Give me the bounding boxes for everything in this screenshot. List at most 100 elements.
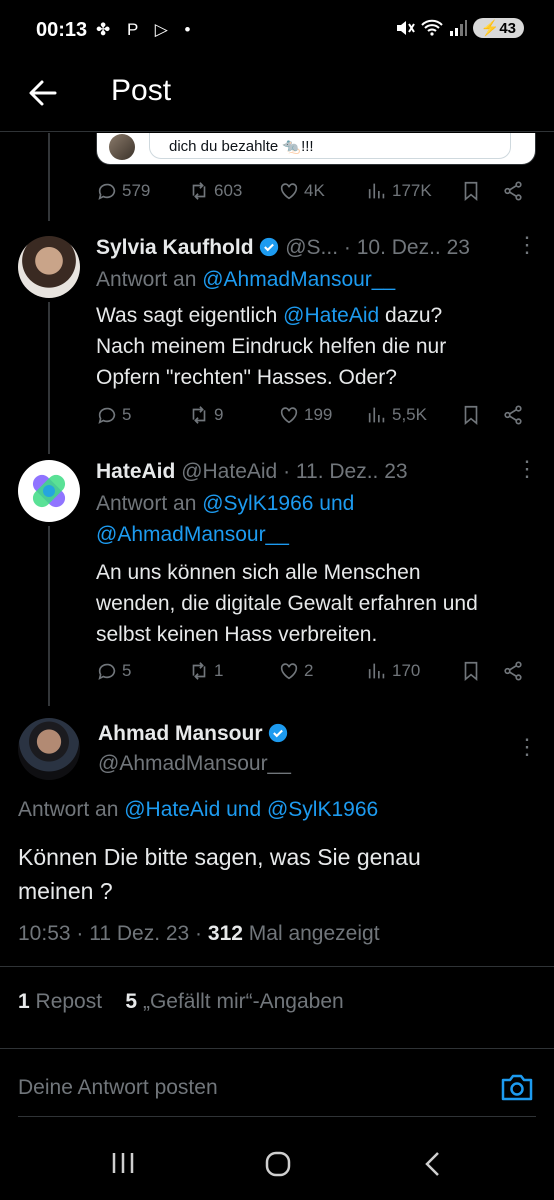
- like-button[interactable]: 2: [278, 660, 313, 682]
- tweet-timestamp: 10:53 · 11 Dez. 23 ·: [18, 922, 208, 945]
- likes-stat[interactable]: 5 „Gefällt mir“-Angaben: [125, 990, 343, 1013]
- mention-link[interactable]: @HateAid: [283, 304, 379, 327]
- reply-mention[interactable]: @AhmadMansour__: [96, 523, 289, 546]
- like-count: 2: [304, 661, 314, 680]
- likes-stat-label: „Gefällt mir“-Angaben: [142, 990, 344, 1013]
- heart-icon: [280, 663, 298, 680]
- like-count: 4K: [304, 181, 325, 200]
- tweet-actions: 579 603 4K 177K: [96, 180, 536, 210]
- reply-button[interactable]: 579: [96, 180, 150, 202]
- tweet-text-line: selbst keinen Hass verbreiten.: [96, 623, 378, 646]
- avatar[interactable]: [18, 460, 80, 522]
- divider: [0, 1048, 554, 1049]
- quoted-tweet-card[interactable]: dich du bezahlte 🐀!!!: [96, 133, 536, 165]
- home-icon[interactable]: [264, 1150, 292, 1178]
- tweet-date: · 11. Dez.. 23: [283, 460, 408, 483]
- more-options-icon[interactable]: ⋮: [516, 458, 538, 480]
- like-button[interactable]: 199: [278, 404, 332, 426]
- status-right: ⚡43: [395, 18, 524, 38]
- repost-button[interactable]: 1: [188, 660, 223, 682]
- thread-line: [48, 302, 50, 454]
- repost-icon: [192, 406, 206, 424]
- views-button[interactable]: 5,5K: [366, 404, 427, 426]
- avatar[interactable]: [18, 718, 80, 780]
- author-name[interactable]: Sylvia Kaufhold: [96, 236, 254, 259]
- tweet-meta: 10:53 · 11 Dez. 23 · 312 Mal angezeigt: [18, 922, 380, 946]
- reply-context-line2: @AhmadMansour__: [96, 523, 289, 547]
- views-count: 5,5K: [392, 405, 427, 424]
- bookmark-button[interactable]: [460, 660, 482, 682]
- views-count: 170: [392, 661, 421, 680]
- heart-icon: [280, 183, 298, 200]
- tweet-header: Sylvia Kaufhold @S... · 10. Dez.. 23: [96, 236, 470, 260]
- views-label: Mal angezeigt: [248, 922, 380, 945]
- share-icon: [504, 661, 522, 681]
- status-bar: 00:13 ✤ P ▷ • ⚡43: [0, 0, 554, 60]
- tweet-actions: 5 9 199 5,5K: [96, 404, 536, 434]
- reply-mention[interactable]: @AhmadMansour__: [202, 268, 395, 291]
- repost-icon: [192, 662, 206, 680]
- like-count: 199: [304, 405, 333, 424]
- status-time: 00:13: [36, 19, 88, 41]
- top-app-bar: Post: [0, 60, 554, 132]
- divider: [0, 966, 554, 967]
- wifi-icon: [420, 19, 443, 36]
- bookmark-button[interactable]: [460, 180, 482, 202]
- system-nav-bar: [0, 1130, 554, 1200]
- repost-button[interactable]: 603: [188, 180, 242, 202]
- reply-context: Antwort an @SylK1966 und: [96, 492, 354, 516]
- reply-icon: [98, 183, 116, 200]
- back-icon[interactable]: [422, 1150, 444, 1178]
- main-author-line: Ahmad Mansour: [98, 722, 288, 746]
- more-options-icon[interactable]: ⋮: [516, 234, 538, 256]
- author-name[interactable]: HateAid: [96, 460, 175, 483]
- tweet-text-part: Was sagt eigentlich: [96, 304, 284, 327]
- tweet-text-line: Können Die bitte sagen, was Sie genau: [18, 844, 421, 870]
- bookmark-button[interactable]: [460, 404, 482, 426]
- reply-mention[interactable]: @HateAid und @SylK1966: [124, 798, 378, 821]
- author-name[interactable]: Ahmad Mansour: [98, 722, 263, 745]
- verified-badge-icon: [269, 723, 288, 743]
- battery-level: 43: [499, 20, 516, 37]
- bookmark-icon: [464, 181, 478, 202]
- reply-button[interactable]: 5: [96, 404, 131, 426]
- author-handle: @AhmadMansour__: [98, 752, 291, 775]
- repost-count: 1: [214, 661, 224, 680]
- author-handle: @HateAid: [181, 460, 278, 483]
- tweet-date: · 10. Dez.. 23: [343, 236, 470, 259]
- views-button[interactable]: 177K: [366, 180, 432, 202]
- tweet-text-line: An uns können sich alle Menschen: [96, 561, 421, 584]
- tweet-text-part: dazu?: [379, 304, 443, 327]
- like-button[interactable]: 4K: [278, 180, 325, 202]
- reply-mention[interactable]: @SylK1966 und: [202, 492, 354, 515]
- quoted-text: dich du bezahlte 🐀!!!: [169, 138, 314, 155]
- arrow-left-icon[interactable]: [28, 78, 58, 108]
- share-button[interactable]: [502, 660, 524, 682]
- reply-icon: [98, 663, 116, 680]
- share-icon: [504, 405, 522, 425]
- reply-context: Antwort an @HateAid und @SylK1966: [18, 798, 378, 822]
- reply-label: Antwort an: [96, 268, 197, 291]
- reply-count: 5: [122, 661, 132, 680]
- hateaid-logo-icon: [32, 474, 66, 508]
- repost-button[interactable]: 9: [188, 404, 223, 426]
- avatar[interactable]: [18, 236, 80, 298]
- views-button[interactable]: 170: [366, 660, 420, 682]
- tweet-text-line: meinen ?: [18, 878, 113, 904]
- views-icon: [368, 663, 385, 679]
- views-count: 177K: [392, 181, 432, 200]
- reply-input[interactable]: Deine Antwort posten: [18, 1076, 218, 1100]
- reply-button[interactable]: 5: [96, 660, 131, 682]
- repost-count: 603: [214, 181, 243, 200]
- share-button[interactable]: [502, 180, 524, 202]
- share-button[interactable]: [502, 404, 524, 426]
- signal-icon: [449, 20, 467, 36]
- tweet-text-line: Opfern "rechten" Hasses. Oder?: [96, 366, 397, 389]
- recents-icon[interactable]: [110, 1150, 136, 1176]
- camera-icon[interactable]: [500, 1072, 534, 1102]
- views-icon: [368, 407, 385, 423]
- divider: [18, 1116, 536, 1117]
- repost-stat[interactable]: 1 Repost: [18, 990, 102, 1013]
- more-options-icon[interactable]: ⋮: [516, 736, 538, 758]
- views-count: 312: [207, 922, 243, 945]
